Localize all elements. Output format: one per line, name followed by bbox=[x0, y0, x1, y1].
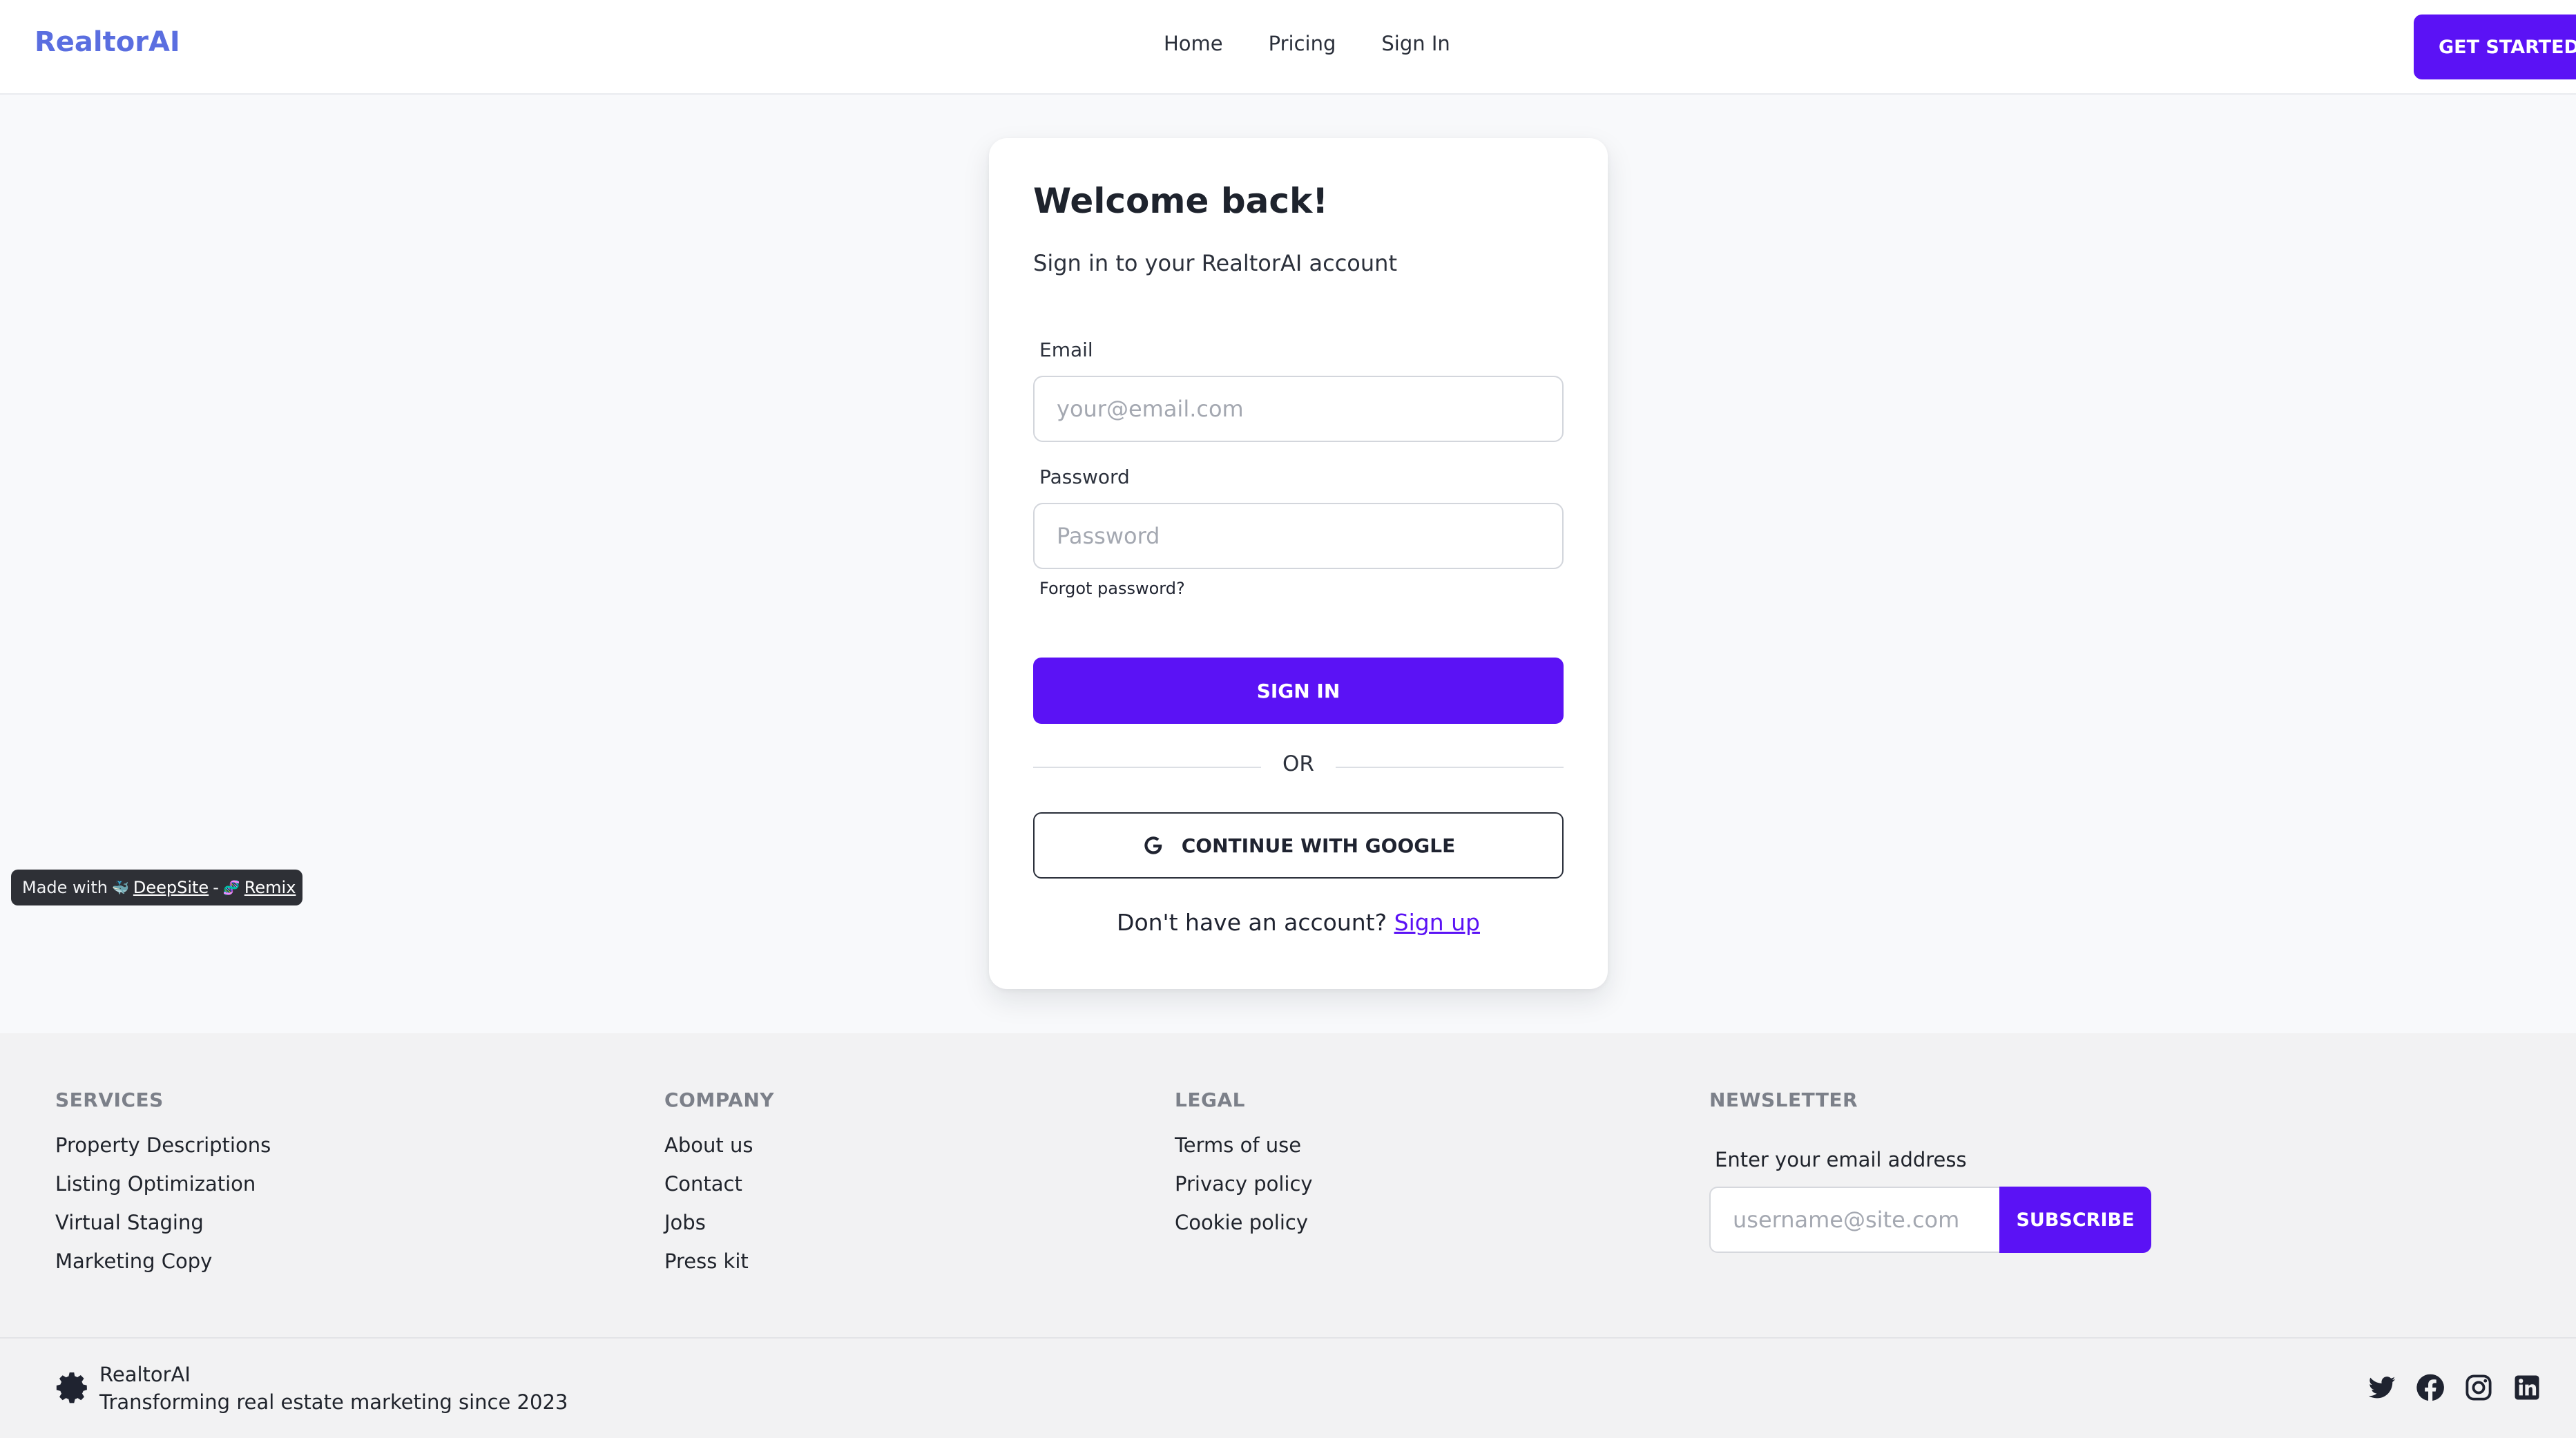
remix-link[interactable]: Remix bbox=[244, 878, 296, 897]
footer-company: COMPANY About us Contact Jobs Press kit bbox=[664, 1089, 774, 1287]
footer-link[interactable]: About us bbox=[664, 1132, 774, 1158]
footer-heading-company: COMPANY bbox=[664, 1089, 775, 1111]
continue-with-google-button[interactable]: CONTINUE WITH GOOGLE bbox=[1033, 812, 1564, 879]
footer-link[interactable]: Listing Optimization bbox=[55, 1171, 271, 1197]
signup-prompt: Don't have an account? Sign up bbox=[989, 909, 1608, 936]
newsletter-label: Enter your email address bbox=[1715, 1148, 1967, 1171]
footer-brand-name: RealtorAI bbox=[99, 1363, 191, 1386]
password-field[interactable] bbox=[1033, 503, 1564, 569]
sign-up-link[interactable]: Sign up bbox=[1394, 909, 1480, 936]
brand-logo[interactable]: RealtorAI bbox=[35, 26, 180, 58]
footer-link[interactable]: Property Descriptions bbox=[55, 1132, 271, 1158]
email-label: Email bbox=[1039, 338, 1093, 361]
nav-sign-in[interactable]: Sign In bbox=[1381, 32, 1450, 55]
login-card: Welcome back! Sign in to your RealtorAI … bbox=[989, 138, 1608, 989]
password-label: Password bbox=[1039, 466, 1130, 488]
google-icon bbox=[1144, 836, 1162, 854]
main-nav: Home Pricing Sign In bbox=[1164, 32, 1450, 55]
footer-link[interactable]: Contact bbox=[664, 1171, 774, 1197]
footer-link[interactable]: Terms of use bbox=[1175, 1132, 1313, 1158]
footer-divider bbox=[0, 1337, 2576, 1339]
social-links bbox=[2367, 1373, 2541, 1402]
deepsite-icon: 🐳 bbox=[111, 879, 129, 896]
footer-newsletter: NEWSLETTER bbox=[1709, 1089, 1858, 1132]
made-with-badge: Made with 🐳 DeepSite - 🧬 Remix bbox=[11, 870, 302, 905]
footer-brand: RealtorAI Transforming real estate marke… bbox=[99, 1361, 568, 1416]
divider-right bbox=[1336, 767, 1564, 768]
footer-heading-services: SERVICES bbox=[55, 1089, 164, 1111]
email-field[interactable] bbox=[1033, 376, 1564, 442]
get-started-button[interactable]: GET STARTED bbox=[2414, 15, 2576, 79]
site-footer: SERVICES Property Descriptions Listing O… bbox=[0, 1033, 2576, 1438]
deepsite-link[interactable]: DeepSite bbox=[133, 878, 209, 897]
nav-pricing[interactable]: Pricing bbox=[1269, 32, 1336, 55]
page-title: Welcome back! bbox=[1033, 181, 1329, 221]
footer-tagline: Transforming real estate marketing since… bbox=[99, 1390, 568, 1414]
gear-icon bbox=[56, 1372, 87, 1403]
google-button-label: CONTINUE WITH GOOGLE bbox=[1181, 834, 1456, 857]
linkedin-icon[interactable] bbox=[2512, 1373, 2541, 1402]
footer-link[interactable]: Cookie policy bbox=[1175, 1209, 1313, 1236]
sign-in-button[interactable]: SIGN IN bbox=[1033, 658, 1564, 724]
newsletter-email-input[interactable] bbox=[1709, 1187, 2001, 1253]
footer-link[interactable]: Marketing Copy bbox=[55, 1248, 271, 1274]
subscribe-button[interactable]: SUBSCRIBE bbox=[1999, 1187, 2151, 1253]
nav-home[interactable]: Home bbox=[1164, 32, 1223, 55]
footer-link[interactable]: Jobs bbox=[664, 1209, 774, 1236]
badge-separator: - bbox=[213, 878, 219, 897]
footer-services: SERVICES Property Descriptions Listing O… bbox=[55, 1089, 271, 1287]
footer-heading-newsletter: NEWSLETTER bbox=[1709, 1089, 1858, 1111]
footer-legal: LEGAL Terms of use Privacy policy Cookie… bbox=[1175, 1089, 1313, 1248]
forgot-password-link[interactable]: Forgot password? bbox=[1039, 579, 1185, 598]
or-divider-text: OR bbox=[1282, 751, 1314, 776]
footer-link[interactable]: Privacy policy bbox=[1175, 1171, 1313, 1197]
no-account-text: Don't have an account? bbox=[1117, 909, 1387, 936]
footer-heading-legal: LEGAL bbox=[1175, 1089, 1245, 1111]
divider-left bbox=[1033, 767, 1261, 768]
remix-icon: 🧬 bbox=[222, 879, 240, 896]
facebook-icon[interactable] bbox=[2416, 1373, 2445, 1402]
badge-text: Made with bbox=[22, 878, 108, 897]
site-header: RealtorAI Home Pricing Sign In GET START… bbox=[0, 0, 2576, 95]
page-subtitle: Sign in to your RealtorAI account bbox=[1033, 250, 1397, 276]
footer-link[interactable]: Virtual Staging bbox=[55, 1209, 271, 1236]
instagram-icon[interactable] bbox=[2464, 1373, 2493, 1402]
twitter-icon[interactable] bbox=[2367, 1373, 2396, 1402]
footer-link[interactable]: Press kit bbox=[664, 1248, 774, 1274]
